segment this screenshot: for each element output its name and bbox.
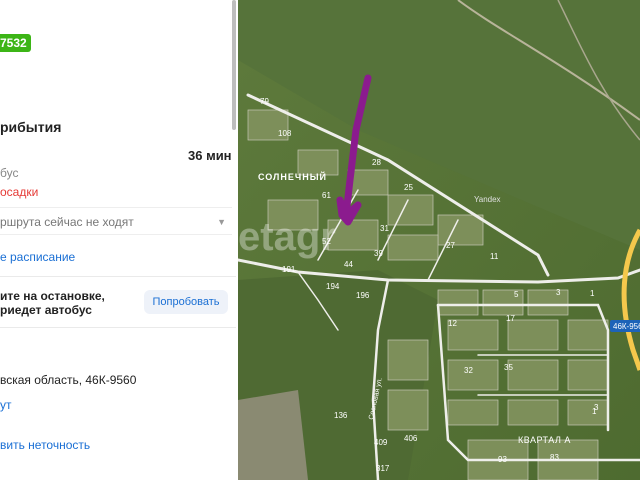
house-number: 191 bbox=[282, 265, 296, 274]
house-number: 108 bbox=[278, 129, 292, 138]
house-number: 79 bbox=[260, 97, 269, 106]
house-number: 27 bbox=[446, 241, 455, 250]
map-attribution: Yandex bbox=[474, 195, 501, 204]
satellite-map[interactable]: СОЛНЕЧНЫЙ Yandex etagr 46К-956 Сосновая … bbox=[238, 0, 640, 480]
promo-text: ите на остановке, риедет автобус bbox=[0, 289, 140, 317]
route-link[interactable]: ут bbox=[0, 398, 12, 412]
divider bbox=[0, 327, 236, 328]
stop-address: вская область, 46К-9560 bbox=[0, 373, 137, 387]
arrival-eta: 36 мин bbox=[188, 148, 232, 163]
route-info-panel: 7532 рибытия 36 мин бус осадки ршрута се… bbox=[0, 0, 236, 480]
house-number: 136 bbox=[334, 411, 348, 420]
house-number: 44 bbox=[344, 260, 353, 269]
house-number: 196 bbox=[356, 291, 370, 300]
arrival-heading: рибытия bbox=[0, 119, 62, 135]
try-button[interactable]: Попробовать bbox=[144, 290, 228, 314]
route-direction-select[interactable]: ршрута сейчас не ходят ▼ bbox=[0, 207, 232, 235]
route-number-badge: 7532 bbox=[0, 34, 31, 52]
house-number: 11 bbox=[490, 252, 499, 261]
house-number: 32 bbox=[464, 366, 473, 375]
house-number: 31 bbox=[380, 224, 389, 233]
house-number: 1 bbox=[590, 289, 595, 298]
house-number: 35 bbox=[504, 363, 513, 372]
house-number: 61 bbox=[322, 191, 331, 200]
house-number: 93 bbox=[498, 455, 507, 464]
panel-scrollbar[interactable] bbox=[232, 0, 236, 130]
house-number: 3 bbox=[556, 288, 561, 297]
house-number: 83 bbox=[550, 453, 559, 462]
report-inaccuracy-link[interactable]: вить неточность bbox=[0, 438, 90, 452]
road-label: 46К-956 bbox=[613, 322, 640, 331]
full-schedule-link[interactable]: е расписание bbox=[0, 250, 75, 264]
house-number: 28 bbox=[372, 158, 381, 167]
house-number: 12 bbox=[448, 319, 457, 328]
quarter-label: КВАРТАЛ А bbox=[518, 435, 571, 445]
house-number: 25 bbox=[404, 183, 413, 192]
promo-text-line1: ите на остановке, bbox=[0, 289, 105, 303]
house-number: 409 bbox=[374, 438, 388, 447]
promo-text-line2: риедет автобус bbox=[0, 303, 92, 317]
house-number: 39 bbox=[374, 249, 383, 258]
house-number: 194 bbox=[326, 282, 340, 291]
house-number: 406 bbox=[404, 434, 418, 443]
house-number: 17 bbox=[506, 314, 515, 323]
house-number: 5 bbox=[514, 290, 519, 299]
house-number: 52 bbox=[322, 237, 331, 246]
house-number: 3 bbox=[594, 403, 599, 412]
transport-type: бус bbox=[0, 166, 19, 180]
settlement-label: СОЛНЕЧНЫЙ bbox=[258, 171, 327, 182]
chevron-down-icon: ▼ bbox=[217, 217, 226, 227]
divider bbox=[0, 276, 236, 277]
boarding-status: осадки bbox=[0, 185, 39, 199]
house-number: 317 bbox=[376, 464, 390, 473]
route-direction-select-text: ршрута сейчас не ходят bbox=[0, 215, 134, 229]
field-area bbox=[238, 390, 308, 480]
